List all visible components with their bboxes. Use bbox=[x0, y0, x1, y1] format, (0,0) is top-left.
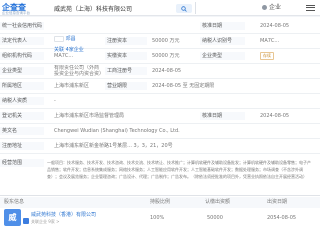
legal-person-block: 邓昌 bbox=[54, 35, 104, 43]
label-approve-date-2: 核准日期 bbox=[200, 112, 245, 120]
business-period: 2024-08-05 至 无固定期限 bbox=[152, 83, 215, 89]
logo-subtitle: 企业信息查询平台 bbox=[2, 11, 30, 15]
company-info-card: 统一社会信用代码 法定代表人 组织机构代码 企业类型 所属地区 纳税人资质 登记… bbox=[0, 17, 320, 195]
english-name: Chengwei Wudian (Shanghai) Technology Co… bbox=[54, 128, 180, 134]
region: 上海市浦东新区 bbox=[54, 83, 90, 89]
column-date: 出资日期 bbox=[267, 199, 288, 205]
top-nav: 企查查 企业信息查询平台 威武苑（上海）科技有限公司 企业 bbox=[0, 0, 320, 16]
shareholder-ratio: 100% bbox=[150, 215, 165, 221]
registered-capital: 50000 万元 bbox=[152, 38, 180, 44]
search-button[interactable] bbox=[176, 4, 192, 13]
user-menu[interactable]: 企业 bbox=[262, 2, 298, 14]
label-period: 营业期限 bbox=[105, 82, 147, 90]
verified-badge bbox=[23, 218, 29, 224]
legal-person-name[interactable]: 邓昌 bbox=[66, 36, 76, 42]
label-taxpayer: 纳税人资质 bbox=[0, 97, 44, 105]
label-credit-code: 统一社会信用代码 bbox=[0, 22, 44, 30]
column-amount: 认缴出资额 bbox=[205, 199, 231, 205]
shareholder-date: 2054-08-05 bbox=[267, 215, 297, 221]
nav-separator bbox=[195, 2, 196, 14]
label-paidin-capital: 实缴资本 bbox=[105, 52, 147, 60]
label-company-type: 企业类型 bbox=[0, 67, 44, 75]
avatar bbox=[54, 35, 64, 42]
column-shareholder: 股东信息 bbox=[4, 199, 25, 205]
tax-id: MA7C... bbox=[260, 38, 280, 44]
label-address: 注册地址 bbox=[0, 142, 44, 150]
shareholder-related-link[interactable]: 关联企业 9家 > bbox=[31, 219, 59, 225]
business-scope: 一般项目：技术服务、技术开发、技术咨询、技术交流、技术转让、技术推广；计算机软硬… bbox=[47, 160, 311, 179]
taxpayer-qualification: - bbox=[54, 98, 56, 104]
menu-icon[interactable] bbox=[306, 3, 315, 12]
shareholder-name[interactable]: 威武苑科技（香港）有限公司 bbox=[31, 211, 96, 218]
label-status: 企业类型 bbox=[200, 52, 245, 60]
shareholder-table-header: 股东信息 持股比例 认缴出资额 出资日期 bbox=[0, 197, 320, 208]
paidin-capital: 50000 万元 bbox=[152, 53, 180, 59]
label-approve-date: 核准日期 bbox=[200, 22, 245, 30]
label-authority: 登记机关 bbox=[0, 112, 44, 120]
search-icon bbox=[181, 6, 187, 12]
label-english-name: 英文名 bbox=[0, 127, 44, 135]
label-org-code: 组织机构代码 bbox=[0, 52, 44, 60]
company-status: 存续 bbox=[260, 52, 312, 60]
org-code: MA7C... bbox=[54, 53, 74, 59]
label-tax-id: 纳税人识别号 bbox=[200, 37, 245, 45]
company-type: 有限责任公司（外商投资企业与内资合资） bbox=[54, 65, 102, 77]
shareholder-logo: 威 bbox=[4, 209, 21, 226]
approve-date-2: 2024-08-05 bbox=[260, 113, 290, 119]
shareholder-section: 股东信息 持股比例 认缴出资额 出资日期 威 威武苑科技（香港）有限公司 关联企… bbox=[0, 195, 320, 240]
label-region: 所属地区 bbox=[0, 82, 44, 90]
company-title: 威武苑（上海）科技有限公司 bbox=[54, 6, 133, 13]
label-reg-number: 工商注册号 bbox=[105, 67, 147, 75]
shareholder-amount: 50000 bbox=[207, 215, 223, 221]
label-scope: 经营范围 bbox=[0, 159, 44, 167]
label-legal-person: 法定代表人 bbox=[0, 37, 44, 45]
registered-address: 上海市浦东新区新金桥路1号某层... 3，3，21，20号 bbox=[54, 143, 173, 149]
approve-date: 2024-08-05 bbox=[260, 23, 290, 29]
status-badge: 存续 bbox=[260, 52, 274, 60]
label-registered-capital: 注册资本 bbox=[105, 37, 147, 45]
column-ratio: 持股比例 bbox=[150, 199, 171, 205]
registration-authority: 上海市浦东新区市场监督管理局 bbox=[54, 113, 125, 119]
reg-number: 2024-08-05 bbox=[152, 68, 182, 74]
user-icon bbox=[262, 5, 267, 10]
user-label: 企业 bbox=[269, 4, 282, 11]
